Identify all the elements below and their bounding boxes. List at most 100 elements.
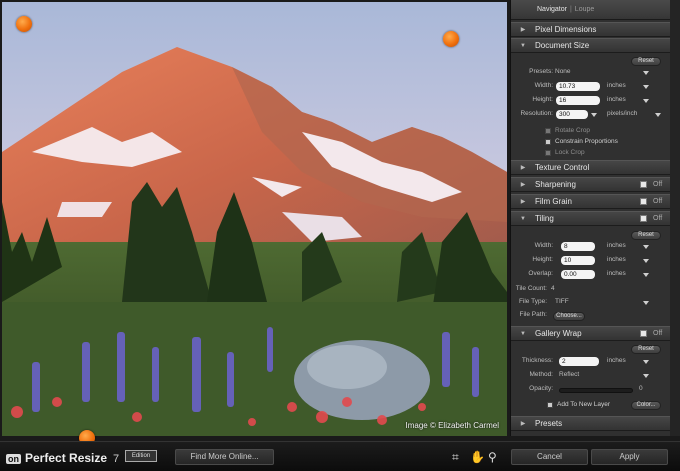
section-film-grain[interactable]: ▶ Film Grain Off	[511, 194, 671, 209]
section-gallery-wrap[interactable]: ▼ Gallery Wrap Off	[511, 326, 671, 341]
section-presets[interactable]: ▶ Presets	[511, 416, 671, 431]
panel-scrollbar[interactable]	[670, 0, 680, 436]
crop-tool-icon[interactable]: ⌗	[452, 450, 459, 465]
tab-navigator[interactable]: Navigator	[537, 6, 567, 13]
apply-button[interactable]: Apply	[591, 449, 668, 465]
film-grain-enable-checkbox[interactable]	[640, 198, 647, 205]
tab-loupe[interactable]: Loupe	[575, 6, 594, 13]
chevron-down-icon[interactable]	[643, 245, 649, 249]
collapsed-arrow-icon: ▶	[520, 421, 526, 427]
tiling-overlap-row: Overlap: 0.00 inches	[511, 270, 671, 281]
chevron-down-icon[interactable]	[591, 113, 597, 117]
gallery-wrap-reset-button[interactable]: Reset	[631, 345, 661, 354]
tile-count-value: 4	[551, 285, 555, 292]
image-credit: Image © Elizabeth Carmel	[405, 421, 500, 430]
height-row: Height: 16 inches	[511, 96, 671, 107]
app-version: 7	[113, 453, 120, 465]
chevron-down-icon[interactable]	[643, 71, 649, 75]
expanded-arrow-icon: ▼	[520, 330, 526, 337]
section-title: Tiling	[535, 214, 554, 223]
tiling-height-label: Height:	[532, 256, 553, 263]
method-value[interactable]: Reflect	[559, 371, 579, 378]
thickness-row: Thickness: 2 inches	[511, 357, 671, 368]
resolution-row: Resolution: 300 pixels/inch	[511, 110, 671, 121]
constrain-proportions-label: Constrain Proportions	[555, 138, 618, 145]
color-button[interactable]: Color...	[631, 401, 661, 410]
image-canvas[interactable]: Image © Elizabeth Carmel	[2, 2, 507, 436]
section-pixel-dimensions[interactable]: ▶ Pixel Dimensions	[511, 22, 671, 37]
file-path-label: File Path:	[519, 311, 547, 318]
document-size-reset-button[interactable]: Reset	[631, 57, 661, 66]
height-unit[interactable]: inches	[607, 96, 626, 103]
presets-label: Presets:	[529, 68, 553, 75]
chevron-down-icon[interactable]	[643, 360, 649, 364]
tiling-height-input[interactable]: 10	[561, 256, 595, 265]
callout-marker	[16, 16, 32, 32]
width-input[interactable]: 10.73	[556, 82, 600, 91]
section-document-size[interactable]: ▼ Document Size	[511, 38, 671, 53]
cancel-button[interactable]: Cancel	[511, 449, 588, 465]
section-title: Pixel Dimensions	[535, 25, 597, 34]
section-texture-control[interactable]: ▶ Texture Control	[511, 160, 671, 175]
height-input[interactable]: 16	[556, 96, 600, 105]
chevron-down-icon[interactable]	[655, 113, 661, 117]
file-path-row: File Path: Choose...	[511, 311, 671, 322]
off-label: Off	[653, 181, 663, 188]
file-type-value[interactable]: TIFF	[555, 298, 569, 305]
bottom-bar: on Perfect Resize 7 Edition Find More Onli…	[0, 441, 680, 471]
add-to-new-layer-checkbox[interactable]	[547, 402, 553, 408]
add-to-new-layer-label: Add To New Layer	[557, 401, 610, 408]
opacity-value: 0	[639, 385, 643, 392]
choose-path-button[interactable]: Choose...	[553, 312, 585, 321]
chevron-down-icon[interactable]	[643, 99, 649, 103]
section-title: Presets	[535, 419, 563, 428]
collapsed-arrow-icon: ▶	[520, 199, 526, 205]
tiling-enable-checkbox[interactable]	[640, 215, 647, 222]
width-row: Width: 10.73 inches	[511, 82, 671, 93]
height-label: Height:	[532, 96, 553, 103]
chevron-down-icon[interactable]	[643, 374, 649, 378]
tiling-width-unit[interactable]: inches	[607, 242, 626, 249]
off-label: Off	[653, 215, 663, 222]
section-title: Document Size	[535, 41, 590, 50]
tiling-overlap-input[interactable]: 0.00	[561, 270, 595, 279]
method-row: Method: Reflect	[511, 371, 671, 382]
section-title: Sharpening	[535, 180, 576, 189]
opacity-slider[interactable]	[559, 388, 633, 393]
landscape-photo	[2, 2, 507, 436]
resolution-label: Resolution:	[520, 110, 553, 117]
tiling-width-input[interactable]: 8	[561, 242, 595, 251]
tiling-height-unit[interactable]: inches	[607, 256, 626, 263]
resolution-input[interactable]: 300	[556, 110, 588, 119]
presets-row: Presets: None	[511, 68, 671, 79]
thickness-input[interactable]: 2	[559, 357, 599, 366]
app-logo: on Perfect Resize 7	[6, 451, 119, 465]
find-more-online-button[interactable]: Find More Online...	[175, 449, 274, 465]
app-name: Perfect Resize	[25, 451, 108, 465]
method-label: Method:	[529, 371, 554, 378]
sharpening-enable-checkbox[interactable]	[640, 181, 647, 188]
section-tiling[interactable]: ▼ Tiling Off	[511, 211, 671, 226]
file-type-row: File Type: TIFF	[511, 298, 671, 309]
opacity-row: Opacity: 0	[511, 385, 671, 396]
off-label: Off	[653, 198, 663, 205]
thickness-unit[interactable]: inches	[607, 357, 626, 364]
rotate-crop-checkbox[interactable]	[545, 128, 551, 134]
chevron-down-icon[interactable]	[643, 301, 649, 305]
expanded-arrow-icon: ▼	[520, 215, 526, 222]
hand-tool-icon[interactable]: ✋	[470, 450, 485, 464]
zoom-tool-icon[interactable]: ⚲	[488, 450, 497, 464]
section-sharpening[interactable]: ▶ Sharpening Off	[511, 177, 671, 192]
lock-crop-checkbox[interactable]	[545, 150, 551, 156]
tiling-width-row: Width: 8 inches	[511, 242, 671, 253]
constrain-proportions-checkbox[interactable]	[545, 139, 551, 145]
chevron-down-icon[interactable]	[643, 273, 649, 277]
chevron-down-icon[interactable]	[643, 259, 649, 263]
width-unit[interactable]: inches	[607, 82, 626, 89]
gallery-wrap-enable-checkbox[interactable]	[640, 330, 647, 337]
presets-value[interactable]: None	[555, 68, 571, 75]
tiling-reset-button[interactable]: Reset	[631, 231, 661, 240]
tiling-overlap-unit[interactable]: inches	[607, 270, 626, 277]
chevron-down-icon[interactable]	[643, 85, 649, 89]
resolution-unit[interactable]: pixels/inch	[607, 110, 637, 117]
